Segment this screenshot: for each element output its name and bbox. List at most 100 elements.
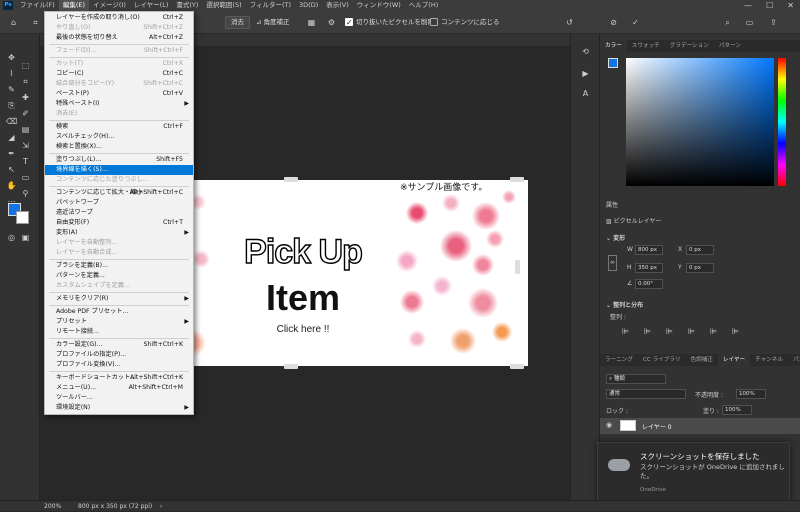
menu-2[interactable]: イメージ(I) — [89, 0, 130, 11]
clone-stamp-icon[interactable]: ⎘ — [6, 100, 17, 111]
edit-menu-item[interactable]: コピー(C) Ctrl+C — [45, 69, 193, 79]
opacity-field[interactable]: 100% — [736, 389, 766, 399]
content-aware-checkbox[interactable]: コンテンツに応じる — [430, 16, 500, 29]
edit-menu-item[interactable]: キーボードショートカット... Alt+Shift+Ctrl+K — [45, 373, 193, 383]
color-panel-fg-swatch[interactable] — [608, 58, 618, 68]
edit-menu-item[interactable]: パペットワープ — [45, 198, 193, 208]
background-color-swatch[interactable] — [16, 211, 29, 224]
actions-icon[interactable]: ▶ — [580, 68, 591, 79]
align-icon[interactable]: ⊫ — [620, 326, 631, 337]
crop-handle-right[interactable] — [515, 260, 520, 274]
cancel-icon[interactable]: ⊘ — [608, 17, 619, 28]
menu-6[interactable]: フィルター(T) — [246, 0, 295, 11]
edit-menu-item[interactable]: メニュー(U)... Alt+Shift+Ctrl+M — [45, 383, 193, 393]
history-icon[interactable]: ⟲ — [580, 46, 591, 57]
gear-icon[interactable]: ⚙ — [326, 17, 337, 28]
marquee-tool-icon[interactable]: ⬚ — [20, 60, 31, 71]
edit-menu-item[interactable]: ツールバー... — [45, 393, 193, 403]
y-field[interactable]: 0 px — [686, 263, 714, 273]
edit-menu-item[interactable]: 変形(A) ▶ — [45, 228, 193, 238]
commit-icon[interactable]: ✓ — [630, 17, 641, 28]
panel-tab[interactable]: スウォッチ — [627, 40, 665, 52]
menu-4[interactable]: 書式(Y) — [172, 0, 202, 11]
brush-tool-icon[interactable]: ✐ — [20, 108, 31, 119]
paint-bucket-icon[interactable]: ◢ — [6, 132, 17, 143]
menu-9[interactable]: ウィンドウ(W) — [353, 0, 405, 11]
width-field[interactable]: 800 px — [635, 245, 663, 255]
chevron-right-icon[interactable]: › — [160, 501, 162, 512]
panel-tab[interactable]: カラー — [600, 40, 627, 52]
edit-menu-item[interactable]: リモート接続... — [45, 327, 193, 337]
align-icon[interactable]: ⊫ — [642, 326, 653, 337]
delete-cropped-pixels-checkbox[interactable]: 切り抜いたピクセルを削除 — [345, 16, 434, 29]
edit-menu-item[interactable]: レイヤーを作成の取り消し(O) Ctrl+Z — [45, 13, 193, 23]
color-picker-field[interactable] — [626, 58, 774, 186]
menu-3[interactable]: レイヤー(L) — [130, 0, 173, 11]
panel-tab[interactable]: 色調補正 — [686, 354, 718, 366]
straighten-button[interactable]: ⊿ 角度補正 — [256, 16, 290, 29]
gradient-tool-icon[interactable]: ▤ — [20, 124, 31, 135]
menu-7[interactable]: 3D(D) — [295, 0, 322, 11]
onedrive-toast[interactable]: スクリーンショットを保存しました スクリーンショットが OneDrive に追加… — [597, 442, 790, 504]
link-icon[interactable]: ∞ — [608, 255, 617, 271]
edit-menu-item[interactable]: プロファイル変換(V)... — [45, 360, 193, 370]
crop-handle-top-left[interactable] — [284, 177, 298, 182]
panel-tab[interactable]: チャンネル — [750, 354, 788, 366]
fill-field[interactable]: 100% — [722, 405, 752, 415]
edit-menu-item[interactable]: 境界線を描く(S)... — [45, 165, 193, 175]
crop-handle-bottom-left[interactable] — [284, 364, 298, 369]
eraser-tool-icon[interactable]: ⌫ — [6, 116, 17, 127]
zoom-tool-icon[interactable]: ⚲ — [20, 188, 31, 199]
panel-tab[interactable]: レイヤー — [717, 354, 751, 366]
x-field[interactable]: 0 px — [686, 245, 714, 255]
align-icon[interactable]: ⊫ — [730, 326, 741, 337]
pen-tool-icon[interactable]: ✒ — [6, 148, 17, 159]
panel-tab[interactable]: ラーニング — [600, 354, 638, 366]
hand-tool-icon[interactable]: ✋ — [6, 180, 17, 191]
home-icon[interactable]: ⌂ — [8, 17, 19, 28]
crop-tool-icon[interactable]: ⌗ — [30, 17, 41, 28]
crop-handle-bottom-right[interactable] — [510, 364, 524, 369]
angle-field[interactable]: 0.00° — [635, 279, 663, 289]
clear-button[interactable]: 消去 — [225, 16, 250, 29]
close-icon[interactable]: ✕ — [787, 0, 794, 11]
transform-section[interactable]: ⌄ 変形 — [606, 233, 625, 242]
edit-menu-item[interactable]: ペースト(P) Ctrl+V — [45, 89, 193, 99]
edit-menu-item[interactable]: メモリをクリア(R) ▶ — [45, 294, 193, 304]
edit-menu-item[interactable]: ブラシを定義(B)... — [45, 261, 193, 271]
layer-row[interactable]: ◉ レイヤー 0 — [600, 418, 800, 434]
align-icon[interactable]: ⊫ — [664, 326, 675, 337]
zoom-level[interactable]: 200% — [44, 501, 61, 512]
panel-tab[interactable]: グラデーション — [665, 40, 714, 52]
document-canvas[interactable] — [150, 180, 528, 366]
edit-menu-item[interactable]: 検索 Ctrl+F — [45, 122, 193, 132]
kind-filter-dropdown[interactable]: ⌕ 種類 — [606, 374, 666, 384]
panel-tab[interactable]: パターン — [714, 40, 746, 52]
edit-menu-item[interactable]: 遠近法ワープ — [45, 208, 193, 218]
move-tool-icon[interactable]: ✥ — [6, 52, 17, 63]
character-icon[interactable]: A — [580, 88, 591, 99]
dodge-tool-icon[interactable]: ⇲ — [20, 140, 31, 151]
edit-menu-item[interactable]: 特殊ペースト(I) ▶ — [45, 99, 193, 109]
grid-overlay-icon[interactable]: ▦ — [306, 17, 317, 28]
blend-mode-dropdown[interactable]: 通常 — [606, 389, 686, 399]
screen-mode-icon[interactable]: ▣ — [20, 232, 31, 243]
panel-tab[interactable]: CC ライブラリ — [638, 354, 686, 366]
menu-8[interactable]: 表示(V) — [322, 0, 353, 11]
search-icon[interactable]: ⌕ — [722, 17, 733, 28]
edit-menu-item[interactable]: スペルチェック(H)... — [45, 132, 193, 142]
menu-1[interactable]: 編集(E) — [58, 0, 89, 11]
edit-menu-item[interactable]: プリセット ▶ — [45, 317, 193, 327]
menu-0[interactable]: ファイル(F) — [16, 0, 59, 11]
align-icon[interactable]: ⊫ — [686, 326, 697, 337]
edit-menu-item[interactable]: 環境設定(N) ▶ — [45, 403, 193, 413]
align-icon[interactable]: ⊫ — [708, 326, 719, 337]
edit-menu-item[interactable]: 自由変形(F) Ctrl+T — [45, 218, 193, 228]
edit-menu-item[interactable]: 検索と置換(X)... — [45, 142, 193, 152]
share-icon[interactable]: ⇪ — [768, 17, 779, 28]
edit-menu-item[interactable]: コンテンツに応じて拡大・縮小 Alt+Shift+Ctrl+C — [45, 188, 193, 198]
edit-menu-item[interactable]: 最後の状態を切り替え Alt+Ctrl+Z — [45, 33, 193, 43]
quick-mask-icon[interactable]: ◎ — [6, 232, 17, 243]
eye-icon[interactable]: ◉ — [606, 421, 612, 429]
crop-tool-icon[interactable]: ⌗ — [20, 76, 31, 87]
